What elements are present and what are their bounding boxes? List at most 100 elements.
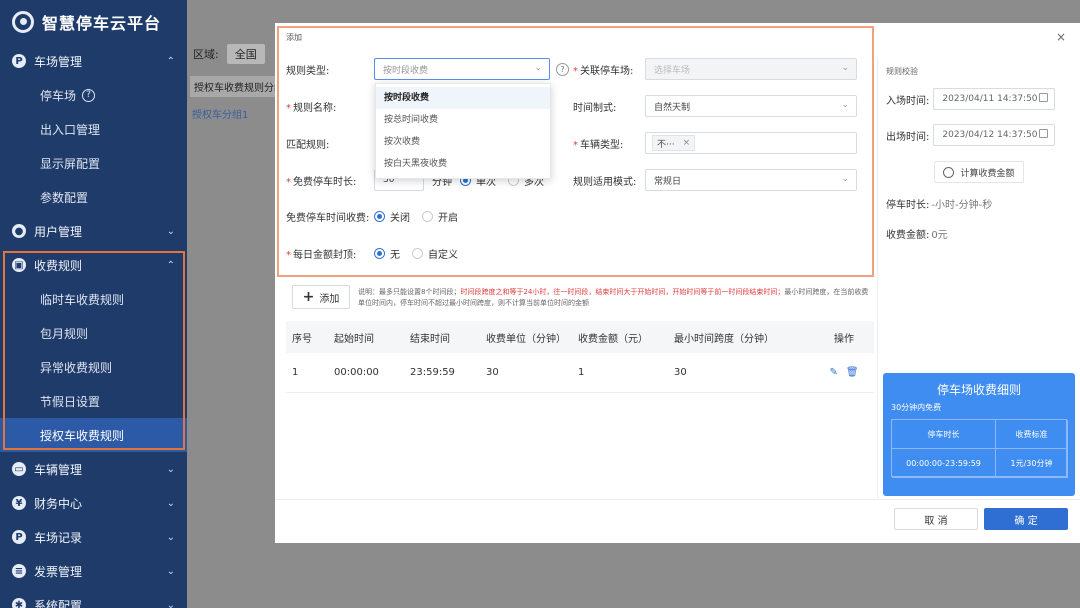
dropdown-option[interactable]: 按次收费 — [376, 131, 550, 153]
sidebar-item-params[interactable]: 参数配置 — [0, 180, 187, 214]
fee-card-title: 停车场收费细则 — [936, 383, 1021, 397]
group-link[interactable]: 授权车分组1 — [192, 106, 248, 121]
menu-group-users[interactable]: ● 用户管理 ⌄ — [0, 214, 187, 248]
menu-group-records[interactable]: P 车场记录 ⌄ — [0, 520, 187, 554]
sidebar-item-holiday[interactable]: 节假日设置 — [0, 384, 187, 418]
rule-name-label: 规则名称: — [293, 102, 337, 114]
chevron-down-icon: ⌄ — [166, 497, 175, 509]
brand: 智慧停车云平台 — [0, 0, 187, 44]
related-lot-row: * 关联停车场: 选择车场 ⌄ — [573, 57, 857, 81]
menu-group-vehicles[interactable]: ▭ 车辆管理 ⌄ — [0, 452, 187, 486]
close-icon[interactable]: × — [1056, 30, 1066, 44]
add-row-button[interactable]: + 添加 — [292, 285, 350, 309]
chevron-up-icon: ⌃ — [166, 55, 175, 67]
match-rule-label: 匹配规则: — [286, 139, 330, 151]
brand-title: 智慧停车云平台 — [42, 14, 162, 33]
related-lot-select[interactable]: 选择车场 ⌄ — [645, 58, 857, 80]
chevron-down-icon: ⌄ — [841, 100, 849, 110]
dropdown-option[interactable]: 按白天黑夜收费 — [376, 153, 550, 175]
group-tab[interactable]: 授权车收费规则分组 — [190, 76, 276, 97]
chevron-up-icon: ⌃ — [166, 259, 175, 271]
vehicle-type-row: * 车辆类型: 不··· × — [573, 131, 857, 155]
gear-icon: ✱ — [12, 598, 26, 608]
dropdown-option[interactable]: 按时段收费 — [376, 87, 550, 109]
daily-cap-none-radio[interactable]: 无 — [374, 246, 400, 261]
sidebar-item-display[interactable]: 显示屏配置 — [0, 146, 187, 180]
rule-type-label: 规则类型: — [286, 65, 330, 77]
daily-cap-custom-radio[interactable]: 自定义 — [412, 246, 458, 261]
exit-time-label: 出场时间: — [886, 131, 930, 143]
time-segment-table: 序号 起始时间 结束时间 收费单位（分钟） 收费金额（元） 最小时间跨度（分钟）… — [286, 321, 874, 393]
refresh-icon — [943, 166, 955, 178]
free-time-fee-off-radio[interactable]: 关闭 — [374, 209, 410, 224]
apply-mode-label: 规则适用模式: — [573, 176, 637, 188]
calculate-fee-button[interactable]: 计算收费金额 — [934, 161, 1024, 183]
chevron-down-icon: ⌄ — [841, 174, 849, 184]
parking-duration: 停车时长: -小时-分钟-秒 — [886, 200, 993, 211]
sidebar-item-gates[interactable]: 出入口管理 — [0, 112, 187, 146]
calendar-icon — [1039, 129, 1049, 138]
add-rule-dialog: 添加 × 规则类型: 按时段收费 ⌄ ? * 关联停车场: 选择车场 ⌄ * 规则名… — [275, 23, 1080, 543]
chevron-down-icon: ⌄ — [166, 599, 175, 608]
free-time-fee-row: 免费停车时间收费: 关闭 开启 — [286, 204, 470, 228]
fee-detail-card: 停车场收费细则 30分钟内免费 停车时长 收费标准 00:00:00-23:59… — [883, 373, 1075, 496]
entry-time-row: 入场时间: 2023/04/11 14:37:50 — [886, 88, 1056, 110]
confirm-button[interactable]: 确 定 — [984, 508, 1068, 530]
sidebar-item-abnormal[interactable]: 异常收费规则 — [0, 350, 187, 384]
cancel-button[interactable]: 取 消 — [894, 508, 978, 530]
footer-divider — [275, 499, 1080, 500]
area-select[interactable]: 全国 — [226, 44, 265, 64]
time-system-row: 时间制式: 自然天制 ⌄ — [573, 94, 857, 118]
menu-group-fee[interactable]: ▣ 收费规则 ⌃ — [0, 248, 187, 282]
entry-time-label: 入场时间: — [886, 95, 930, 107]
chevron-down-icon: ⌄ — [166, 463, 175, 475]
menu-group-lot[interactable]: P 车场管理 ⌃ — [0, 44, 187, 78]
table-header: 序号 起始时间 结束时间 收费单位（分钟） 收费金额（元） 最小时间跨度（分钟）… — [286, 321, 874, 353]
time-system-select[interactable]: 自然天制 ⌄ — [645, 95, 857, 117]
menu-group-finance[interactable]: ¥ 财务中心 ⌄ — [0, 486, 187, 520]
free-duration-label: 免费停车时长: — [293, 176, 357, 188]
entry-time-picker[interactable]: 2023/04/11 14:37:50 — [933, 88, 1056, 110]
panel-divider — [877, 58, 878, 498]
help-icon[interactable]: ? — [82, 88, 96, 102]
user-icon: ● — [12, 224, 26, 238]
sidebar: 智慧停车云平台 P 车场管理 ⌃ 停车场? 出入口管理 显示屏配置 参数配置 ●… — [0, 0, 187, 608]
area-filter: 区域: 全国 — [193, 44, 265, 64]
plus-icon: + — [302, 289, 315, 305]
sidebar-item-temp-fee[interactable]: 临时车收费规则 — [0, 282, 187, 316]
sidebar-item-parking-lot[interactable]: 停车场? — [0, 78, 187, 112]
row-actions: ✎ 🗑 — [814, 367, 874, 378]
vehicle-type-label: 车辆类型: — [580, 139, 624, 151]
fee-card-subtitle: 30分钟内免费 — [891, 403, 942, 412]
chevron-down-icon: ⌄ — [534, 63, 542, 73]
rule-note: 说明：最多只能设置8个时间段；时间段跨度之和等于24小时，往一时间段，结束时间大… — [358, 288, 869, 307]
daily-cap-row: * 每日金额封顶: 无 自定义 — [286, 241, 470, 265]
wallet-icon: ▣ — [12, 258, 26, 272]
edit-icon[interactable]: ✎ — [829, 367, 837, 378]
sidebar-item-monthly[interactable]: 包月规则 — [0, 316, 187, 350]
chevron-down-icon: ⌄ — [841, 63, 849, 73]
car-icon: ▭ — [12, 462, 26, 476]
vehicle-type-select[interactable]: 不··· × — [645, 132, 857, 154]
menu-group-invoice[interactable]: ≡ 发票管理 ⌄ — [0, 554, 187, 588]
apply-mode-select[interactable]: 常规日 ⌄ — [645, 169, 857, 191]
close-icon[interactable]: × — [683, 138, 691, 148]
free-time-fee-label: 免费停车时间收费: — [286, 212, 370, 224]
rule-check-title: 规则校验 — [886, 67, 918, 76]
brand-logo-icon — [12, 11, 34, 33]
dialog-title: 添加 — [286, 33, 302, 42]
record-icon: P — [12, 530, 26, 544]
time-system-label: 时间制式: — [573, 102, 617, 114]
dropdown-option[interactable]: 按总时间收费 — [376, 109, 550, 131]
rule-type-row: 规则类型: 按时段收费 ⌄ ? — [286, 57, 569, 81]
rule-type-select[interactable]: 按时段收费 ⌄ — [374, 58, 550, 80]
exit-time-picker[interactable]: 2023/04/12 14:37:50 — [933, 124, 1056, 146]
sidebar-item-authorized-fee[interactable]: 授权车收费规则 — [0, 418, 187, 452]
delete-icon[interactable]: 🗑 — [846, 367, 859, 378]
help-icon[interactable]: ? — [556, 62, 569, 76]
chevron-down-icon: ⌄ — [166, 565, 175, 577]
free-time-fee-on-radio[interactable]: 开启 — [422, 209, 458, 224]
calendar-icon — [1039, 93, 1049, 102]
menu-group-system[interactable]: ✱ 系统配置 ⌄ — [0, 588, 187, 608]
vehicle-type-tag: 不··· × — [652, 135, 696, 151]
